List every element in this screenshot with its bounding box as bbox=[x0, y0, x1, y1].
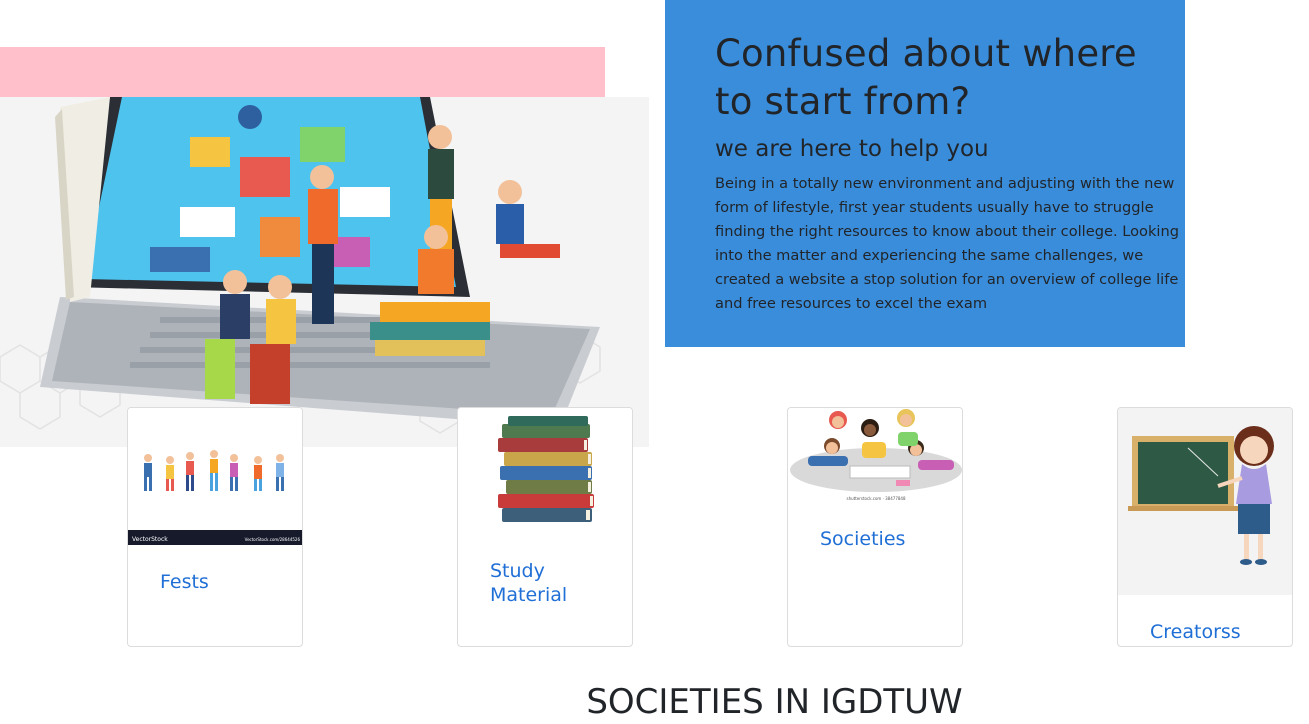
societies-section-title: SOCIETIES IN IGDTUW bbox=[586, 682, 963, 722]
teacher-at-chalkboard-icon bbox=[1118, 408, 1292, 595]
info-title: Confused about where to start from? bbox=[715, 32, 1137, 123]
card-creatorss[interactable]: Creatorss bbox=[1117, 407, 1293, 647]
card-fests[interactable]: VectorStock VectorStock.com/28644526 Fes… bbox=[127, 407, 303, 647]
societies-watermark: shutterstock.com · 38477848 bbox=[847, 496, 906, 501]
pink-accent-bar bbox=[0, 47, 605, 97]
societies-link[interactable]: Societies bbox=[820, 527, 905, 551]
fests-watermark-right: VectorStock.com/28644526 bbox=[245, 537, 301, 542]
fests-link[interactable]: Fests bbox=[160, 570, 209, 594]
info-subtitle: we are here to help you bbox=[715, 136, 989, 162]
children-drawing-icon: shutterstock.com · 38477848 bbox=[788, 408, 962, 504]
students-on-laptop-image bbox=[0, 97, 649, 447]
card-study-material[interactable]: Study Material bbox=[457, 407, 633, 647]
dancing-people-icon: VectorStock VectorStock.com/28644526 bbox=[128, 408, 302, 545]
study-material-link[interactable]: Study Material bbox=[490, 559, 610, 607]
info-description: Being in a totally new environment and a… bbox=[715, 175, 1179, 312]
fests-watermark-left: VectorStock bbox=[132, 536, 168, 543]
info-box: Confused about where to start from? we a… bbox=[665, 0, 1185, 347]
hero-illustration bbox=[0, 97, 649, 447]
creatorss-link[interactable]: Creatorss bbox=[1150, 620, 1241, 644]
card-societies[interactable]: shutterstock.com · 38477848 Societies bbox=[787, 407, 963, 647]
book-stack-icon bbox=[458, 408, 632, 538]
